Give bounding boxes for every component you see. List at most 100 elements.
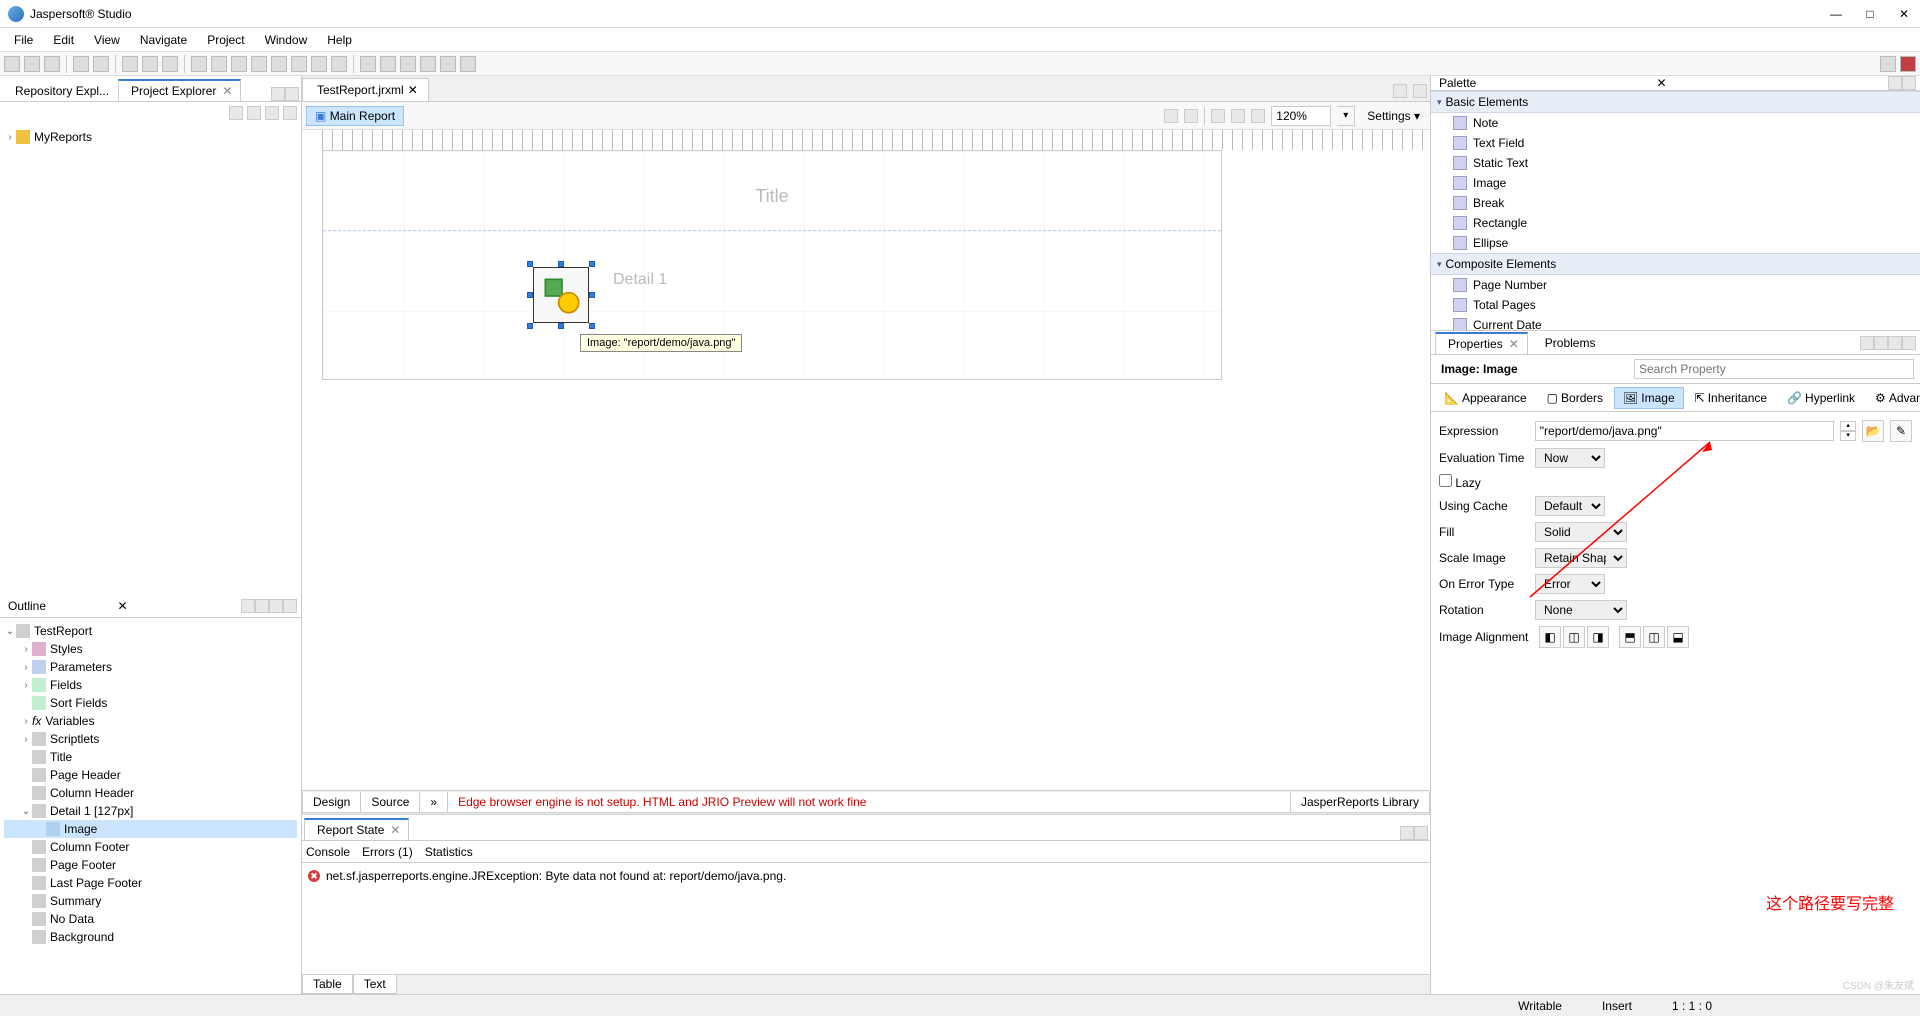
palette-text-field[interactable]: Text Field bbox=[1431, 133, 1920, 153]
tb-undo-icon[interactable] bbox=[73, 56, 89, 72]
align-left-icon[interactable]: ◧ bbox=[1539, 626, 1561, 648]
lazy-checkbox[interactable] bbox=[1439, 474, 1452, 487]
tab-text[interactable]: Text bbox=[353, 975, 397, 994]
snap-icon[interactable] bbox=[1184, 109, 1198, 123]
menu-help[interactable]: Help bbox=[317, 31, 362, 49]
prop-tab-image[interactable]: 🖼Image bbox=[1614, 387, 1684, 409]
palette-note[interactable]: Note bbox=[1431, 113, 1920, 133]
search-property-input[interactable] bbox=[1634, 359, 1914, 379]
outline-fields[interactable]: ›Fields bbox=[4, 676, 297, 694]
zoom-in-icon[interactable] bbox=[1251, 109, 1265, 123]
tb-paste-icon[interactable] bbox=[162, 56, 178, 72]
tb-icon11[interactable] bbox=[400, 56, 416, 72]
tb-icon6[interactable] bbox=[291, 56, 307, 72]
tb-icon1[interactable] bbox=[191, 56, 207, 72]
zoom-out-icon[interactable] bbox=[1231, 109, 1245, 123]
outline-variables[interactable]: ›fxVariables bbox=[4, 712, 297, 730]
close-icon[interactable]: ✕ bbox=[408, 83, 418, 97]
align-top-icon[interactable]: ⬒ bbox=[1619, 626, 1641, 648]
outline-sort-fields[interactable]: Sort Fields bbox=[4, 694, 297, 712]
scale-image-select[interactable]: Retain Shape bbox=[1535, 548, 1627, 568]
editor-tab[interactable]: TestReport.jrxml ✕ bbox=[302, 78, 429, 101]
outline-title-band[interactable]: Title bbox=[4, 748, 297, 766]
outline-close-icon[interactable]: ✕ bbox=[117, 599, 127, 613]
outline-detail1[interactable]: ⌄Detail 1 [127px] bbox=[4, 802, 297, 820]
align-bottom-icon[interactable]: ⬓ bbox=[1667, 626, 1689, 648]
link-editor-icon[interactable] bbox=[247, 106, 261, 120]
tb-icon2[interactable] bbox=[211, 56, 227, 72]
tab-project-explorer[interactable]: Project Explorer ✕ bbox=[118, 79, 241, 101]
collapse-all-icon[interactable] bbox=[229, 106, 243, 120]
palette-image[interactable]: Image bbox=[1431, 173, 1920, 193]
align-middle-icon[interactable]: ◫ bbox=[1643, 626, 1665, 648]
error-list[interactable]: ✖ net.sf.jasperreports.engine.JRExceptio… bbox=[302, 863, 1430, 974]
outline-column-header[interactable]: Column Header bbox=[4, 784, 297, 802]
close-icon[interactable]: ✕ bbox=[1656, 76, 1666, 90]
tb-perspective-icon[interactable] bbox=[1880, 56, 1896, 72]
rotation-select[interactable]: None bbox=[1535, 600, 1627, 620]
pal-max-icon[interactable] bbox=[1902, 76, 1916, 90]
min-icon[interactable] bbox=[271, 87, 285, 101]
tb-icon14[interactable] bbox=[460, 56, 476, 72]
project-tree[interactable]: › MyReports bbox=[0, 124, 301, 594]
menu-file[interactable]: File bbox=[4, 31, 43, 49]
zoom-dropdown-icon[interactable]: ▾ bbox=[1337, 106, 1355, 126]
tb-redo-icon[interactable] bbox=[93, 56, 109, 72]
zoom-fit-icon[interactable] bbox=[1211, 109, 1225, 123]
tab-problems[interactable]: Problems bbox=[1532, 332, 1605, 353]
rs-min-icon[interactable] bbox=[1400, 826, 1414, 840]
prop-tab-advanced[interactable]: ⚙Advanced bbox=[1866, 387, 1920, 409]
outline-parameters[interactable]: ›Parameters bbox=[4, 658, 297, 676]
pal-min-icon[interactable] bbox=[1888, 76, 1902, 90]
filter-icon[interactable] bbox=[265, 106, 279, 120]
expr-down-icon[interactable]: ▾ bbox=[1840, 431, 1856, 441]
tab-repository-explorer[interactable]: Repository Expl... bbox=[2, 80, 118, 101]
tab-console[interactable]: Console bbox=[306, 845, 350, 859]
main-report-button[interactable]: ▣ Main Report bbox=[306, 106, 404, 126]
close-icon[interactable]: ✕ bbox=[390, 823, 400, 837]
tab-table[interactable]: Table bbox=[302, 975, 353, 994]
prop-tab-appearance[interactable]: 📐Appearance bbox=[1435, 387, 1536, 409]
tab-properties[interactable]: Properties✕ bbox=[1435, 332, 1528, 354]
tab-statistics[interactable]: Statistics bbox=[425, 845, 473, 859]
palette-break[interactable]: Break bbox=[1431, 193, 1920, 213]
view-menu-icon[interactable] bbox=[283, 106, 297, 120]
props-max-icon[interactable] bbox=[1902, 336, 1916, 350]
props-ic1[interactable] bbox=[1860, 336, 1874, 350]
edit-expression-button[interactable]: ✎ bbox=[1890, 420, 1912, 442]
settings-button[interactable]: Settings ▾ bbox=[1361, 107, 1426, 125]
outline-page-footer[interactable]: Page Footer bbox=[4, 856, 297, 874]
tb-new-icon[interactable] bbox=[4, 56, 20, 72]
tab-more[interactable]: » bbox=[420, 792, 448, 813]
tb-save-icon[interactable] bbox=[24, 56, 40, 72]
close-icon[interactable]: ✕ bbox=[1509, 337, 1519, 351]
image-element[interactable] bbox=[533, 267, 589, 323]
tb-cut-icon[interactable] bbox=[122, 56, 138, 72]
menu-navigate[interactable]: Navigate bbox=[130, 31, 197, 49]
close-button[interactable]: ✕ bbox=[1896, 7, 1912, 21]
outline-styles[interactable]: ›Styles bbox=[4, 640, 297, 658]
tb-icon5[interactable] bbox=[271, 56, 287, 72]
tab-library[interactable]: JasperReports Library bbox=[1291, 792, 1430, 813]
menu-edit[interactable]: Edit bbox=[43, 31, 84, 49]
outline-root[interactable]: ⌄TestReport bbox=[4, 622, 297, 640]
prop-tab-inheritance[interactable]: ⇱Inheritance bbox=[1686, 387, 1776, 409]
palette-page-number[interactable]: Page Number bbox=[1431, 275, 1920, 295]
using-cache-select[interactable]: Default bbox=[1535, 496, 1605, 516]
palette-group-basic[interactable]: Basic Elements bbox=[1431, 91, 1920, 113]
fill-select[interactable]: Solid bbox=[1535, 522, 1627, 542]
palette-static-text[interactable]: Static Text bbox=[1431, 153, 1920, 173]
outline-ic2[interactable] bbox=[255, 599, 269, 613]
tb-icon12[interactable] bbox=[420, 56, 436, 72]
outline-column-footer[interactable]: Column Footer bbox=[4, 838, 297, 856]
tab-source[interactable]: Source bbox=[361, 792, 420, 813]
align-center-icon[interactable]: ◫ bbox=[1563, 626, 1585, 648]
browse-button[interactable]: 📂 bbox=[1862, 420, 1884, 442]
tab-report-state[interactable]: Report State ✕ bbox=[304, 818, 409, 840]
tb-icon4[interactable] bbox=[251, 56, 267, 72]
minimize-button[interactable]: — bbox=[1828, 7, 1844, 21]
tb-icon7[interactable] bbox=[311, 56, 327, 72]
menu-project[interactable]: Project bbox=[197, 31, 254, 49]
tb-icon8[interactable] bbox=[331, 56, 347, 72]
outline-page-header[interactable]: Page Header bbox=[4, 766, 297, 784]
